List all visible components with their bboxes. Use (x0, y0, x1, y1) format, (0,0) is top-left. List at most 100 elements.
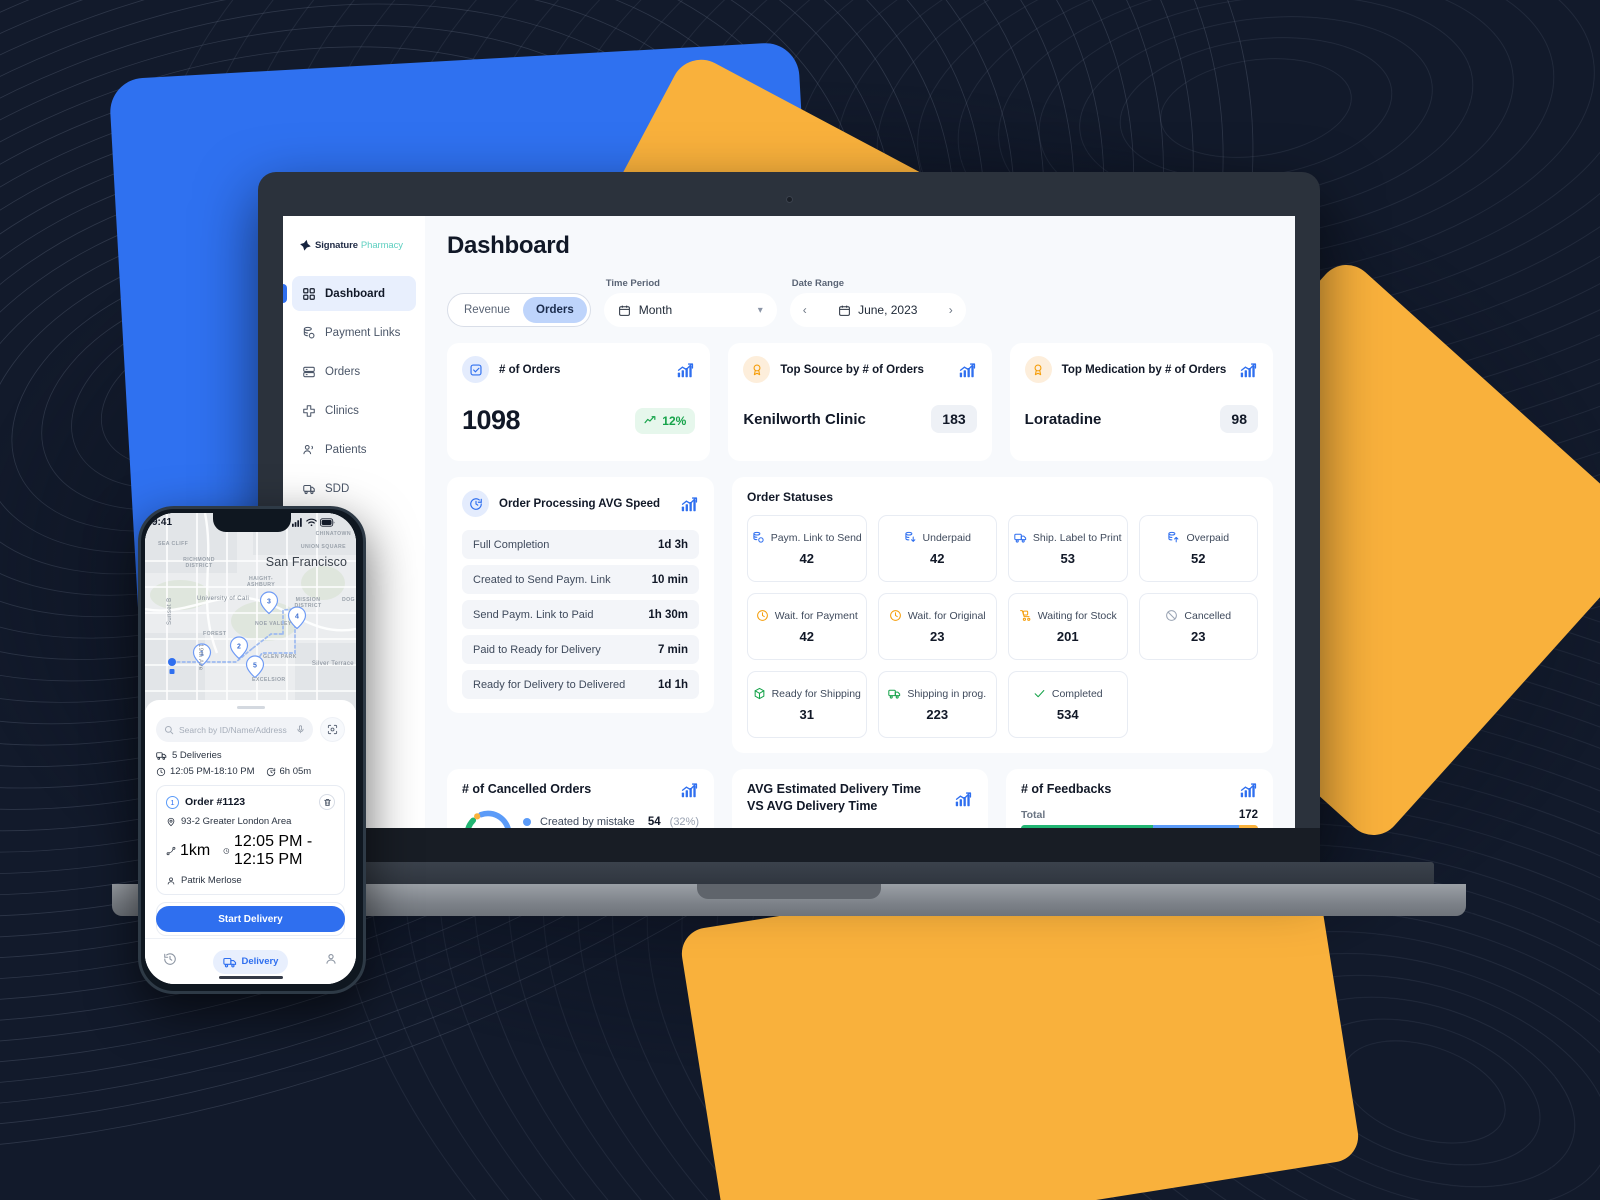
ban-icon (1166, 610, 1178, 621)
scan-button[interactable] (320, 717, 345, 742)
map-area-label: GLEN PARK (263, 654, 297, 660)
status-tile[interactable]: Wait. for Payment 42 (747, 593, 867, 660)
status-tile[interactable]: Ready for Shipping 31 (747, 671, 867, 738)
kpi-card-orders[interactable]: # of Orders 1098 12% (447, 343, 711, 461)
sidebar-item-patients[interactable]: Patients (292, 432, 416, 467)
clock-icon (756, 610, 768, 621)
timer-icon (266, 767, 275, 776)
status-tile[interactable]: Overpaid 52 (1138, 515, 1258, 582)
sidebar-item-payment-links[interactable]: Payment Links (292, 315, 416, 350)
map-area-label: DOG (341, 597, 355, 603)
tab-history[interactable] (163, 952, 177, 971)
map-city-label: San Francisco (265, 555, 347, 569)
kpi-body: Loratadine 98 (1025, 405, 1258, 433)
people-icon (303, 444, 314, 454)
history-icon (164, 953, 176, 965)
kpi-count-badge: 98 (1220, 405, 1258, 433)
status-tile[interactable]: Ship. Label to Print 53 (1008, 515, 1128, 582)
grid-icon (303, 287, 315, 300)
feedbacks-bar-labels: Total 172 (1021, 809, 1258, 821)
map-area-label: University of Cali (197, 596, 250, 602)
feedbacks-bar-label: Total (1021, 809, 1046, 821)
kpi-card-top-source[interactable]: Top Source by # of Orders Kenilworth Cli… (728, 343, 992, 461)
date-range-next-button[interactable]: › (946, 303, 956, 317)
clock-arrow-icon (462, 490, 489, 517)
order-statuses-title: Order Statuses (747, 490, 834, 504)
sidebar-item-sdd[interactable]: SDD (292, 471, 416, 506)
order-title: Order #1123 (185, 796, 246, 808)
order-time-window-value: 12:05 PM - 12:15 PM (233, 833, 313, 868)
time-period-select[interactable]: Month ▾ (603, 293, 777, 327)
truck-icon (156, 752, 167, 760)
kpi-card-top-medication[interactable]: Top Medication by # of Orders Loratadine… (1009, 343, 1273, 461)
status-tile-head: Shipping in prog. (888, 687, 986, 700)
map-area-label: FOREST (203, 631, 227, 637)
trend-up-icon (644, 416, 656, 424)
status-tile-value: 23 (1191, 629, 1206, 644)
status-tile[interactable]: Shipping in prog. 223 (877, 671, 997, 738)
order-delete-button[interactable] (319, 794, 335, 810)
donut-chart (465, 810, 511, 828)
search-input[interactable]: Search by ID/Name/Address (156, 717, 313, 742)
cross-plus-icon (300, 239, 311, 251)
svg-text:4: 4 (295, 614, 299, 621)
hand-truck-icon (1019, 610, 1031, 621)
sidebar-item-dashboard[interactable]: Dashboard (283, 276, 416, 311)
tab-delivery[interactable]: Delivery (212, 949, 289, 974)
laptop-camera (785, 196, 793, 203)
date-range-picker[interactable]: ‹ June, 2023 › (789, 293, 966, 327)
metric-toggle[interactable]: Revenue Orders (447, 293, 591, 327)
check-icon (1034, 690, 1045, 698)
status-tile-value: 42 (799, 629, 814, 644)
cellular-icon (292, 518, 302, 527)
route-icon (166, 846, 176, 856)
truck-icon (1014, 533, 1027, 543)
kpi-title: Top Medication by # of Orders (1061, 363, 1227, 376)
payment-link-icon (303, 326, 315, 338)
map-area-label: UNION SQUARE (300, 544, 346, 550)
sheet-grabber[interactable] (236, 706, 265, 709)
coins-up-icon (1168, 531, 1179, 543)
sidebar-item-clinics[interactable]: Clinics (292, 393, 416, 428)
date-range-prev-button[interactable]: ‹ (800, 303, 810, 317)
status-tile-value: 31 (799, 707, 814, 722)
bar-chart-up-icon (1240, 363, 1257, 378)
app-logo[interactable]: Signature Pharmacy (283, 228, 425, 258)
speed-row-value: 1h 30m (648, 608, 688, 621)
time-period-group: Time Period Month ▾ (603, 278, 777, 327)
status-tile-label: Wait. for Original (907, 609, 986, 622)
battery-icon (320, 518, 335, 527)
orders-stack-icon (303, 366, 315, 377)
status-tile[interactable]: Underpaid 42 (877, 515, 997, 582)
status-tile[interactable]: Paym. Link to Send 42 (747, 515, 867, 582)
sidebar-item-orders[interactable]: Orders (292, 354, 416, 389)
map-area-label: EXCELSIOR (252, 677, 286, 683)
mic-icon[interactable] (296, 725, 305, 734)
delivery-map[interactable]: 123 45 San Francisco SEA CLIFF RICHMOND … (145, 513, 356, 710)
order-processing-speed-card: Order Processing AVG Speed Full Completi… (447, 477, 714, 713)
search-row: Search by ID/Name/Address (156, 717, 345, 742)
tab-profile[interactable] (324, 952, 338, 971)
filters-toolbar: Revenue Orders Time Period Month ▾ Date … (447, 278, 1273, 327)
order-card[interactable]: 1 Order #1123 93-2 Greater London Area 1… (156, 785, 345, 895)
start-delivery-button[interactable]: Start Delivery (156, 906, 345, 932)
segment-orders[interactable]: Orders (523, 297, 587, 323)
speed-card-title: Order Processing AVG Speed (499, 497, 661, 510)
calendar-icon (839, 305, 850, 316)
speed-row-label: Created to Send Paym. Link (473, 573, 611, 586)
status-tile[interactable]: Completed 534 (1008, 671, 1128, 738)
status-tile[interactable]: Wait. for Original 23 (877, 593, 997, 660)
logo-word-secondary: Pharmacy (360, 239, 403, 251)
time-period-label: Time Period (605, 278, 660, 289)
status-tile-value: 223 (926, 707, 949, 722)
speed-rows: Full Completion 1d 3h Created to Send Pa… (462, 530, 699, 699)
segment-revenue[interactable]: Revenue (451, 297, 523, 323)
status-tile-label: Ready for Shipping (771, 687, 861, 700)
status-tile[interactable]: Cancelled 23 (1138, 593, 1258, 660)
status-tile[interactable]: Waiting for Stock 201 (1008, 593, 1128, 660)
status-tile-head: Wait. for Original (889, 609, 986, 622)
speed-row-label: Send Paym. Link to Paid (473, 608, 594, 621)
speed-row-value: 10 min (651, 573, 688, 586)
status-tile-head: Paym. Link to Send (752, 531, 862, 544)
status-tile-head: Wait. for Payment (756, 609, 858, 622)
